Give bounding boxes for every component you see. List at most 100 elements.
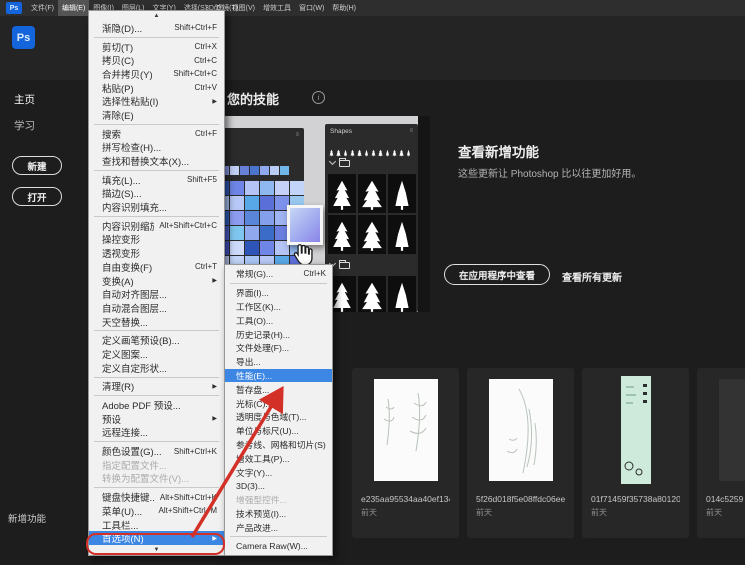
edit-menu-item[interactable]: 内容识别缩放 Alt+Shift+Ctrl+C <box>89 219 224 233</box>
edit-menu-item[interactable]: 合并拷贝(Y) Shift+Ctrl+C <box>89 67 224 81</box>
shape-tile-grid <box>328 174 416 254</box>
swatch <box>240 166 249 175</box>
edit-menu-item[interactable]: 清除(E) <box>89 108 224 122</box>
preferences-item[interactable]: 工具(O)... <box>225 313 332 327</box>
file-thumbnail <box>582 368 689 492</box>
preferences-item[interactable]: 暂存盘... <box>225 382 332 396</box>
menubar-item-12[interactable]: 帮助(H) <box>328 0 360 16</box>
edit-menu-item[interactable]: 菜单(U)... Alt+Shift+Ctrl+M <box>89 504 224 518</box>
swatch <box>250 166 259 175</box>
menubar-item-11[interactable]: 窗口(W) <box>295 0 328 16</box>
edit-menu-item[interactable]: 内容识别填充... <box>89 200 224 214</box>
edit-menu-item[interactable]: Adobe PDF 预设... <box>89 398 224 412</box>
edit-menu-item[interactable]: 天空替换... <box>89 315 224 329</box>
recent-file-card[interactable]: 5f26d018f5e08ffdc06ee0f2b... 前天 <box>467 368 574 538</box>
edit-menu-item[interactable]: 定义画笔预设(B)... <box>89 333 224 347</box>
file-thumbnail <box>697 368 745 492</box>
edit-menu-item-label: 定义图案... <box>102 349 148 361</box>
folder-icon <box>339 259 350 269</box>
edit-menu-item-shortcut: Ctrl+V <box>194 83 217 93</box>
preferences-item[interactable]: 性能(E)... <box>225 368 332 383</box>
edit-menu-item[interactable]: 指定配置文件... <box>89 458 224 472</box>
edit-menu-item[interactable]: 预设 ▶ <box>89 412 224 426</box>
preferences-item[interactable]: 光标(C)... <box>225 396 332 410</box>
view-all-updates-link[interactable]: 查看所有更新 <box>562 269 622 284</box>
menu-scroll-up[interactable]: ▲ <box>89 11 224 21</box>
edit-menu-item[interactable]: 颜色设置(G)... Shift+Ctrl+K <box>89 444 224 459</box>
menubar-item-2[interactable]: 编辑(E) <box>57 0 90 16</box>
preferences-item[interactable]: 增强型控件... <box>225 493 332 507</box>
preferences-separator <box>230 282 327 284</box>
preferences-item-label: 文字(Y)... <box>236 467 273 478</box>
swatch <box>260 211 274 225</box>
edit-menu-item[interactable]: 定义自定形状... <box>89 361 224 375</box>
recent-file-card[interactable]: e235aa95534aa40ef134f1b... 前天 <box>352 368 459 538</box>
preferences-item[interactable]: 技术预览(I)... <box>225 507 332 521</box>
preferences-item[interactable]: 导出... <box>225 355 332 369</box>
edit-menu-separator <box>94 36 219 38</box>
edit-menu-item[interactable]: 远程连接... <box>89 426 224 440</box>
preferences-item[interactable]: Camera Raw(W)... <box>225 539 332 553</box>
swatch <box>260 241 274 255</box>
preferences-item[interactable]: 单位与标尺(U)... <box>225 424 332 438</box>
swatch <box>245 196 259 210</box>
submenu-arrow-icon: ▶ <box>212 416 217 423</box>
preferences-item[interactable]: 参考线、网格和切片(S)... <box>225 438 332 452</box>
edit-menu-item[interactable]: 定义图案... <box>89 347 224 361</box>
open-file-button[interactable]: 打开 <box>12 187 62 206</box>
view-in-app-button[interactable]: 在应用程序中查看 <box>444 264 550 285</box>
panel-menu-icon: ≡ <box>409 128 413 134</box>
swatch <box>280 166 289 175</box>
edit-menu-item[interactable]: 搜索 Ctrl+F <box>89 127 224 141</box>
edit-menu-item-label: 远程连接... <box>102 428 148 440</box>
edit-menu-item[interactable]: 选择性粘贴(I) ▶ <box>89 94 224 108</box>
sidebar-item-learn[interactable]: 学习 <box>14 118 35 133</box>
preferences-item[interactable]: 历史记录(H)... <box>225 327 332 341</box>
edit-menu-item[interactable]: 自由变换(F) Ctrl+T <box>89 260 224 274</box>
edit-menu-item[interactable]: 粘贴(P) Ctrl+V <box>89 81 224 95</box>
preferences-item[interactable]: 工作区(K)... <box>225 300 332 314</box>
whats-new-sidebar-label[interactable]: 新增功能 <box>8 511 46 525</box>
preferences-item[interactable]: 3D(3)... <box>225 479 332 493</box>
edit-menu-item[interactable]: 工具栏... <box>89 518 224 532</box>
shape-tile <box>358 276 386 312</box>
shape-tile <box>388 276 416 312</box>
edit-menu-item[interactable]: 透视变形 <box>89 246 224 260</box>
dragged-swatch <box>287 205 323 245</box>
info-icon[interactable]: i <box>312 91 325 104</box>
edit-menu-item[interactable]: 自动对齐图层... <box>89 287 224 301</box>
edit-menu-item[interactable]: 变换(A) ▶ <box>89 274 224 288</box>
edit-menu-item[interactable]: 键盘快捷键... Alt+Shift+Ctrl+K <box>89 490 224 505</box>
edit-menu-item-label: 填充(L)... <box>102 175 141 187</box>
menubar-item-1[interactable]: 文件(F) <box>27 0 58 16</box>
edit-menu-item[interactable]: 转换为配置文件(V)... <box>89 472 224 485</box>
chevron-down-icon <box>328 157 337 166</box>
preferences-item-label: 产品改进... <box>236 522 278 533</box>
sidebar-item-home[interactable]: 主页 <box>14 92 35 107</box>
preferences-item[interactable]: 文字(Y)... <box>225 465 332 479</box>
edit-menu-item[interactable]: 查找和替换文本(X)... <box>89 154 224 168</box>
edit-menu-item[interactable]: 操控变形 <box>89 233 224 246</box>
edit-menu-item[interactable]: 剪切(T) Ctrl+X <box>89 40 224 54</box>
preferences-item[interactable]: 增效工具(P)... <box>225 451 332 465</box>
preferences-item[interactable]: 界面(I)... <box>225 286 332 300</box>
edit-menu-item[interactable]: 拼写检查(H)... <box>89 141 224 154</box>
edit-menu-item-shortcut: Shift+F5 <box>186 175 217 185</box>
preferences-item[interactable]: 常规(G)... Ctrl+K <box>225 267 332 281</box>
recent-file-card[interactable]: 01f71459f35738a801202b0c... 前天 <box>582 368 689 538</box>
edit-menu-item[interactable]: 填充(L)... Shift+F5 <box>89 173 224 187</box>
preferences-item[interactable]: 文件处理(F)... <box>225 341 332 355</box>
preferences-item[interactable]: 透明度与色域(T)... <box>225 410 332 424</box>
preferences-item-label: 参考线、网格和切片(S)... <box>236 439 326 450</box>
edit-menu-item[interactable]: 拷贝(C) Ctrl+C <box>89 53 224 68</box>
menubar-item-9[interactable]: 视图(V) <box>228 0 259 16</box>
edit-menu-item[interactable]: 描边(S)... <box>89 187 224 200</box>
edit-menu-item-label: 清除(E) <box>102 110 134 122</box>
new-file-button[interactable]: 新建 <box>12 156 62 175</box>
recent-file-card[interactable]: 014c5259 前天 <box>697 368 745 538</box>
menubar-item-10[interactable]: 增效工具 <box>259 0 295 16</box>
edit-menu-item[interactable]: 清理(R) ▶ <box>89 380 224 393</box>
edit-menu-item[interactable]: 渐隐(D)... Shift+Ctrl+F <box>89 21 224 35</box>
preferences-item[interactable]: 产品改进... <box>225 520 332 534</box>
edit-menu-item[interactable]: 自动混合图层... <box>89 301 224 315</box>
